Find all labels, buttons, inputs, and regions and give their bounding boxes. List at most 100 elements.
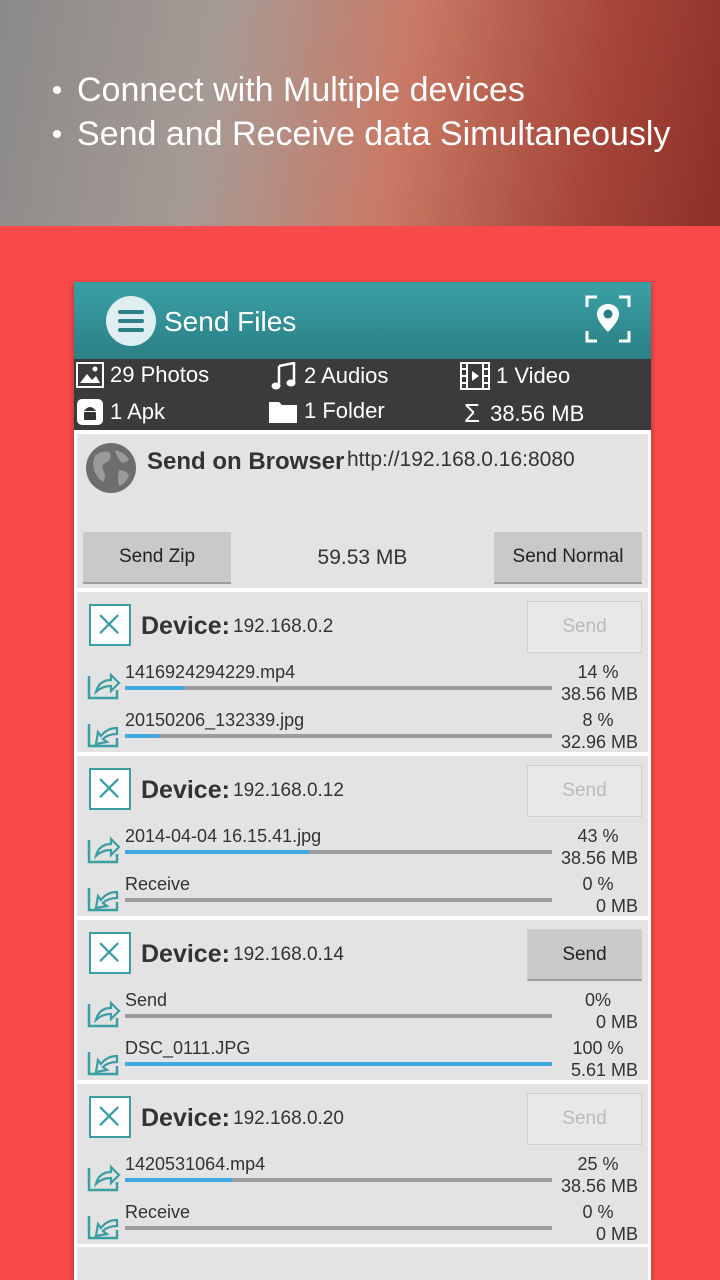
progress-fill — [125, 686, 185, 690]
music-note-icon — [271, 362, 296, 390]
browser-title: Send on Browser — [147, 448, 345, 475]
transfer-name: 2014-04-04 16.15.41.jpg — [125, 826, 322, 846]
device-ip: 192.168.0.20 — [233, 1108, 344, 1129]
receive-icon — [87, 882, 121, 912]
send-normal-button[interactable]: Send Normal — [494, 532, 642, 584]
transfer-name: Receive — [125, 874, 191, 894]
device-card: Device: 192.168.0.20 Send 1420531064.mp4 25 … — [77, 1084, 648, 1244]
transfer-size: 0 MB — [595, 1224, 638, 1244]
transfer-row: 1420531064.mp4 25 % 38.56 MB — [77, 1154, 648, 1202]
transfer-percent: 8 % — [582, 710, 614, 730]
app-screen: Send Files 29 Photos 2 Audios 1 Video 1 … — [74, 282, 651, 1280]
stat-audios-label: 2 Audios — [304, 363, 389, 388]
device-send-button[interactable]: Send — [527, 601, 642, 653]
feature-item: Send and Receive data Simultaneously — [50, 112, 671, 156]
close-icon[interactable] — [89, 604, 131, 646]
device-ip: 192.168.0.14 — [233, 944, 344, 965]
feature-list: Connect with Multiple devices Send and R… — [50, 68, 671, 156]
stat-audios: 2 Audios — [270, 362, 388, 390]
browser-share-card: Send on Browser http://192.168.0.16:8080… — [77, 434, 648, 588]
stat-photos-label: 29 Photos — [110, 362, 210, 387]
share-icon — [87, 998, 121, 1028]
receive-icon — [87, 718, 121, 748]
stat-total: Σ 38.56 MB — [464, 398, 584, 429]
device-card: Device: 192.168.0.12 Send 2014-04-04 16.15.… — [77, 756, 648, 916]
share-icon — [87, 670, 121, 700]
empty-device-card — [77, 1247, 648, 1280]
stat-apk: 1 Apk — [76, 398, 165, 426]
device-label: Device: — [141, 1104, 230, 1132]
location-pin-icon[interactable] — [585, 295, 631, 343]
transfer-percent: 0 % — [582, 1202, 614, 1222]
device-card: Device: 192.168.0.14 Send Send 0% 0 MB DSC_011… — [77, 920, 648, 1080]
transfer-row: Receive 0 % 0 MB — [77, 1202, 648, 1250]
film-icon — [460, 362, 490, 390]
feature-item: Connect with Multiple devices — [50, 68, 671, 112]
progress-bar — [125, 898, 552, 902]
transfer-size: 32.96 MB — [560, 732, 638, 752]
receive-icon — [87, 1210, 121, 1240]
share-icon — [87, 1162, 121, 1192]
transfer-size: 0 MB — [595, 896, 638, 916]
progress-bar — [125, 686, 552, 690]
browser-url[interactable]: http://192.168.0.16:8080 — [347, 448, 575, 472]
device-send-button[interactable]: Send — [527, 929, 642, 981]
transfer-percent: 25 % — [577, 1154, 619, 1174]
image-icon — [76, 362, 104, 388]
transfer-size: 38.56 MB — [560, 684, 638, 704]
transfer-row: 2014-04-04 16.15.41.jpg 43 % 38.56 MB — [77, 826, 648, 874]
close-icon[interactable] — [89, 768, 131, 810]
transfer-name: Send — [125, 990, 168, 1010]
menu-icon[interactable] — [106, 296, 156, 346]
progress-bar — [125, 1062, 552, 1066]
device-label: Device: — [141, 776, 230, 804]
device-card: Device: 192.168.0.2 Send 1416924294229.mp4 1… — [77, 592, 648, 752]
stat-video-label: 1 Video — [496, 363, 571, 388]
stat-apk-label: 1 Apk — [110, 399, 166, 424]
transfer-size: 38.56 MB — [560, 848, 638, 868]
progress-bar — [125, 850, 552, 854]
progress-bar — [125, 1014, 552, 1018]
transfer-percent: 43 % — [577, 826, 619, 846]
progress-bar — [125, 1178, 552, 1182]
progress-fill — [125, 1178, 232, 1182]
transfer-row: Receive 0 % 0 MB — [77, 874, 648, 922]
transfer-name: DSC_0111.JPG — [125, 1038, 251, 1058]
transfer-percent: 0 % — [582, 874, 614, 894]
globe-icon — [86, 443, 136, 493]
device-ip: 192.168.0.12 — [233, 780, 344, 801]
stat-video: 1 Video — [460, 362, 570, 390]
transfer-size: 0 MB — [595, 1012, 638, 1032]
stat-folder-label: 1 Folder — [304, 398, 385, 423]
promo-banner: Connect with Multiple devices Send and R… — [0, 0, 720, 226]
app-title: Send Files — [164, 306, 297, 337]
sigma-icon: Σ — [464, 398, 481, 428]
progress-fill — [125, 734, 160, 738]
device-send-button[interactable]: Send — [527, 765, 642, 817]
device-ip: 192.168.0.2 — [233, 616, 334, 637]
transfer-row: Send 0% 0 MB — [77, 990, 648, 1038]
transfer-row: DSC_0111.JPG 100 % 5.61 MB — [77, 1038, 648, 1086]
stat-photos: 29 Photos — [76, 362, 209, 388]
stat-total-label: 38.56 MB — [490, 400, 585, 426]
transfer-name: 1420531064.mp4 — [125, 1154, 266, 1174]
progress-bar — [125, 1226, 552, 1230]
close-icon[interactable] — [89, 932, 131, 974]
device-label: Device: — [141, 612, 230, 640]
device-label: Device: — [141, 940, 230, 968]
file-stats-bar: 29 Photos 2 Audios 1 Video 1 Apk 1 Folde… — [74, 359, 651, 430]
device-send-button[interactable]: Send — [527, 1093, 642, 1145]
app-bar: Send Files — [74, 282, 651, 359]
receive-icon — [87, 1046, 121, 1076]
transfer-size: 5.61 MB — [570, 1060, 638, 1080]
stat-folder: 1 Folder — [268, 398, 385, 424]
transfer-row: 1416924294229.mp4 14 % 38.56 MB — [77, 662, 648, 710]
transfer-percent: 14 % — [577, 662, 619, 682]
close-icon[interactable] — [89, 1096, 131, 1138]
transfer-name: 1416924294229.mp4 — [125, 662, 296, 682]
folder-icon — [269, 402, 297, 423]
transfer-percent: 0% — [584, 990, 611, 1010]
android-icon — [77, 399, 103, 425]
transfer-size: 38.56 MB — [560, 1176, 638, 1196]
progress-fill — [125, 850, 309, 854]
